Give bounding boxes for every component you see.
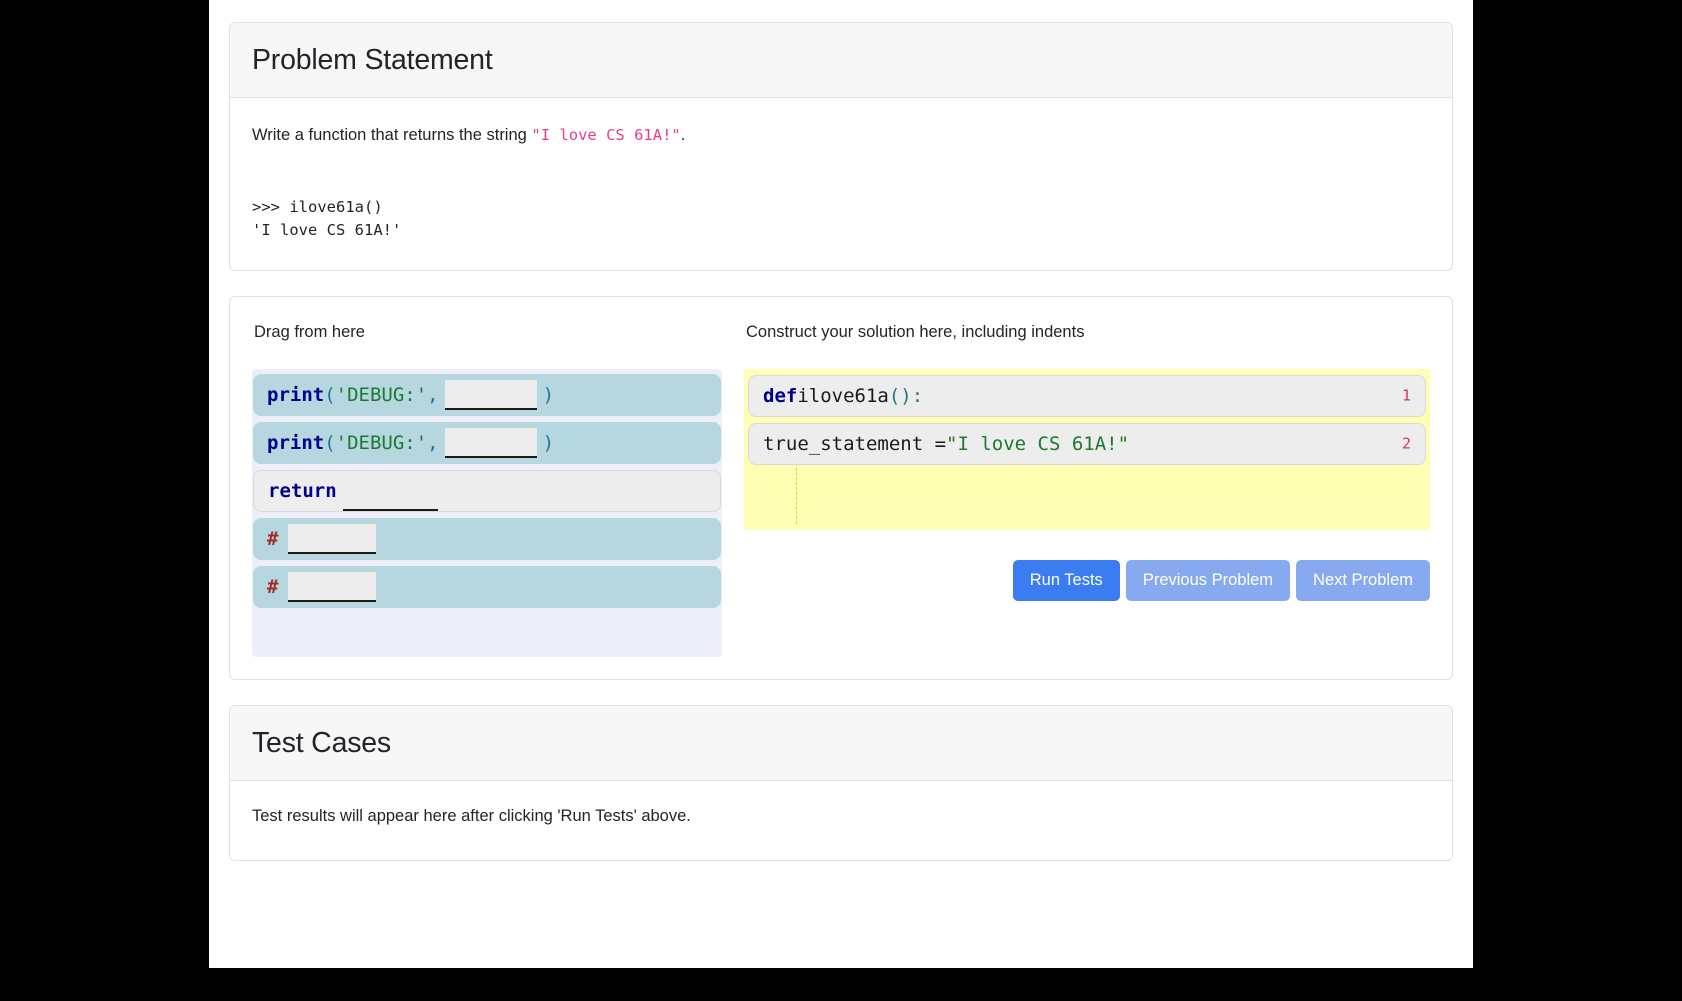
problem-description-code: "I love CS 61A!" — [531, 126, 680, 144]
code-token-keyword: def — [763, 387, 797, 406]
code-token-string: "I love CS 61A!" — [946, 435, 1129, 454]
problem-description-text: Write a function that returns the string — [252, 126, 531, 144]
test-cases-header: Test Cases — [230, 706, 1452, 781]
page-sheet: Problem Statement Write a function that … — [209, 0, 1473, 968]
action-button-row: Run Tests Previous Problem Next Problem — [744, 560, 1430, 601]
code-token-keyword: print — [267, 434, 324, 453]
code-token-string: 'DEBUG:' — [336, 434, 428, 453]
source-block-comment-1[interactable]: # — [253, 518, 721, 560]
next-problem-button[interactable]: Next Problem — [1296, 560, 1430, 601]
drop-empty-space[interactable] — [748, 471, 1426, 524]
source-column: Drag from here print('DEBUG:',) print('D… — [252, 323, 722, 657]
problem-statement-card: Problem Statement Write a function that … — [229, 22, 1453, 271]
screen-background: Problem Statement Write a function that … — [0, 0, 1682, 1001]
problem-example-repl: >>> ilove61a() 'I love CS 61A!' — [252, 196, 1430, 242]
solution-block-def[interactable]: def ilove61a(): 1 — [748, 375, 1426, 417]
code-token-comma: , — [427, 386, 438, 405]
code-token-assignment: true_statement = — [763, 435, 946, 454]
code-token-string: 'DEBUG:' — [336, 386, 428, 405]
target-column: Construct your solution here, including … — [744, 323, 1430, 601]
target-column-label: Construct your solution here, including … — [746, 323, 1430, 342]
problem-statement-header: Problem Statement — [230, 23, 1452, 98]
code-token-function-name: ilove61a — [797, 387, 889, 406]
previous-problem-button[interactable]: Previous Problem — [1126, 560, 1290, 601]
blank-input-comment-2[interactable] — [288, 572, 376, 602]
source-block-print-debug-2[interactable]: print('DEBUG:',) — [253, 422, 721, 464]
drag-source-pool[interactable]: print('DEBUG:',) print('DEBUG:',) return — [252, 369, 722, 657]
blank-input-comment-1[interactable] — [288, 524, 376, 554]
code-token-paren: (): — [889, 387, 923, 406]
line-number-2: 2 — [1402, 437, 1411, 452]
test-cases-title: Test Cases — [252, 727, 1430, 760]
solution-block-true-statement[interactable]: true_statement = "I love CS 61A!" 2 — [748, 423, 1426, 465]
hash-icon: # — [267, 530, 278, 549]
test-cases-card: Test Cases Test results will appear here… — [229, 705, 1453, 861]
hash-icon: # — [267, 578, 278, 597]
blank-input-return[interactable] — [343, 485, 438, 511]
page-title: Problem Statement — [252, 44, 1430, 77]
code-token-paren: ( — [324, 386, 335, 405]
problem-description-suffix: . — [681, 126, 686, 144]
code-token-keyword: return — [268, 482, 337, 501]
blank-input-print-2[interactable] — [445, 428, 537, 458]
solution-builder-card: Drag from here print('DEBUG:',) print('D… — [229, 296, 1453, 680]
builder-grid: Drag from here print('DEBUG:',) print('D… — [252, 323, 1430, 657]
solution-drop-area[interactable]: def ilove61a(): 1 true_statement = "I lo… — [744, 369, 1430, 530]
code-token-keyword: print — [267, 386, 324, 405]
code-token-close-paren: ) — [543, 386, 554, 405]
code-token-close-paren: ) — [543, 434, 554, 453]
problem-description: Write a function that returns the string… — [252, 122, 1430, 148]
code-token-comma: , — [427, 434, 438, 453]
source-column-label: Drag from here — [254, 323, 722, 342]
run-tests-button[interactable]: Run Tests — [1013, 560, 1120, 601]
source-block-comment-2[interactable]: # — [253, 566, 721, 608]
blank-input-print-1[interactable] — [445, 380, 537, 410]
solution-builder-body: Drag from here print('DEBUG:',) print('D… — [230, 297, 1452, 679]
source-block-print-debug-1[interactable]: print('DEBUG:',) — [253, 374, 721, 416]
problem-statement-body: Write a function that returns the string… — [230, 98, 1452, 270]
content-wrapper: Problem Statement Write a function that … — [209, 0, 1473, 861]
test-cases-body: Test results will appear here after clic… — [230, 781, 1452, 860]
test-results-placeholder: Test results will appear here after clic… — [252, 807, 1430, 826]
code-token-paren: ( — [324, 434, 335, 453]
source-block-return[interactable]: return — [253, 470, 721, 512]
line-number-1: 1 — [1402, 389, 1411, 404]
